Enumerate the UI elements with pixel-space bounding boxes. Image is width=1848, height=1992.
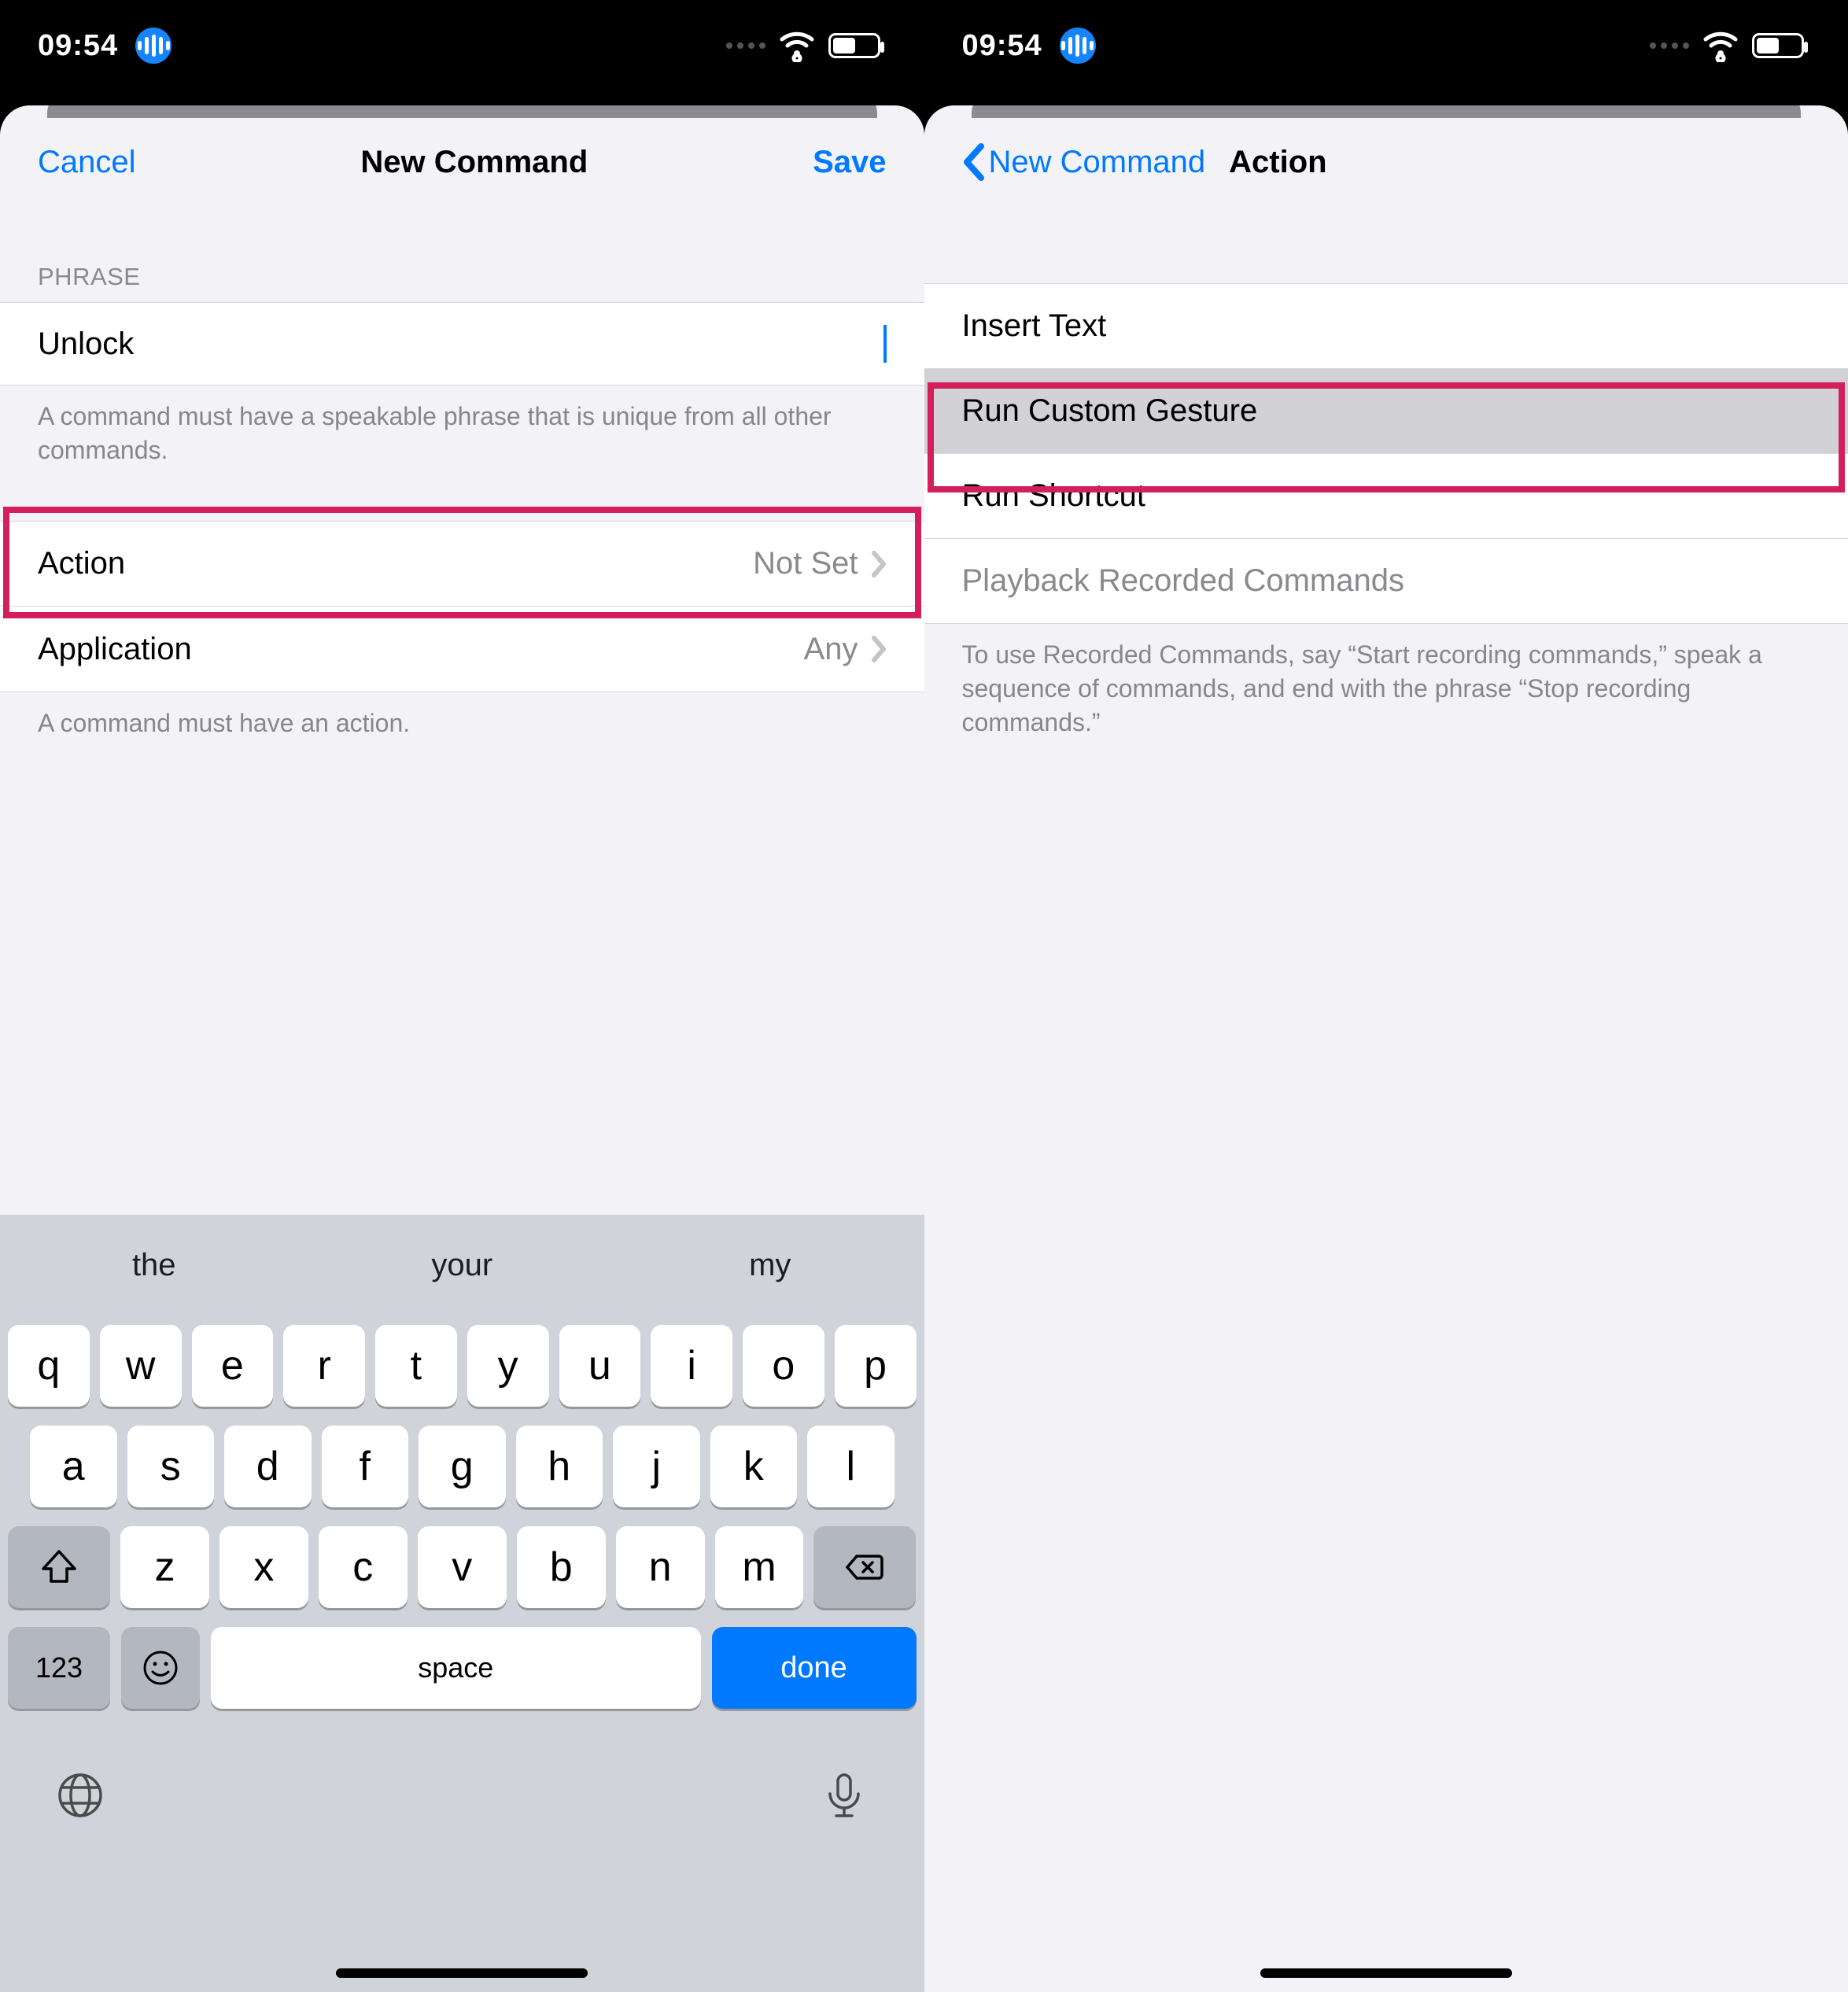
modal-navbar: New Command Action <box>924 105 1848 201</box>
action-playback-recorded[interactable]: Playback Recorded Commands <box>924 539 1848 624</box>
key-v[interactable]: v <box>418 1526 507 1608</box>
key-q[interactable]: q <box>8 1325 90 1407</box>
suggestion-3[interactable]: my <box>616 1248 924 1283</box>
battery-icon <box>1752 33 1804 58</box>
key-z[interactable]: z <box>120 1526 209 1608</box>
globe-icon[interactable] <box>55 1770 105 1820</box>
key-x[interactable]: x <box>219 1526 308 1608</box>
save-button[interactable]: Save <box>813 145 886 180</box>
modal-navbar: Cancel New Command Save <box>0 105 924 201</box>
phrase-input[interactable]: Unlock <box>38 326 885 362</box>
home-indicator[interactable] <box>1260 1968 1512 1978</box>
key-emoji[interactable] <box>121 1627 200 1709</box>
wifi-icon <box>780 29 814 62</box>
left-phone: 09:54 Cancel New Command Save PHRASE Unl… <box>0 0 924 1992</box>
actions-footer: To use Recorded Commands, say “Start rec… <box>924 624 1848 754</box>
cellular-dots-icon <box>726 42 765 49</box>
modal-sheet: New Command Action Insert Text Run Custo… <box>924 105 1848 1992</box>
right-phone: 09:54 New Command Action Insert Text <box>924 0 1848 1992</box>
key-n[interactable]: n <box>616 1526 705 1608</box>
modal-title: New Command <box>360 145 588 180</box>
suggestion-2[interactable]: your <box>308 1248 617 1283</box>
phrase-input-row[interactable]: Unlock <box>0 302 924 385</box>
status-bar: 09:54 <box>0 0 924 105</box>
keyboard: the your my q w e r t y u i o p a <box>0 1215 924 1992</box>
key-r[interactable]: r <box>283 1325 365 1407</box>
key-numbers[interactable]: 123 <box>8 1627 110 1709</box>
chevron-right-icon <box>871 551 887 577</box>
status-bar: 09:54 <box>924 0 1848 105</box>
key-a[interactable]: a <box>30 1426 117 1507</box>
modal-sheet: Cancel New Command Save PHRASE Unlock A … <box>0 105 924 1992</box>
action-row[interactable]: Action Not Set <box>0 522 924 607</box>
modal-title: Action <box>1229 145 1326 180</box>
battery-icon <box>828 33 880 58</box>
action-footer: A command must have an action. <box>0 692 924 754</box>
action-insert-text[interactable]: Insert Text <box>924 284 1848 369</box>
key-b[interactable]: b <box>517 1526 606 1608</box>
key-e[interactable]: e <box>192 1325 274 1407</box>
application-row-label: Application <box>38 632 192 667</box>
back-button[interactable]: New Command <box>962 143 1206 181</box>
key-done[interactable]: done <box>712 1627 917 1709</box>
suggestion-1[interactable]: the <box>0 1248 308 1283</box>
chevron-left-icon <box>962 143 986 181</box>
key-o[interactable]: o <box>743 1325 824 1407</box>
chevron-right-icon <box>871 636 887 662</box>
key-k[interactable]: k <box>710 1426 798 1507</box>
key-w[interactable]: w <box>100 1325 182 1407</box>
key-p[interactable]: p <box>835 1325 917 1407</box>
application-row[interactable]: Application Any <box>0 607 924 692</box>
action-run-shortcut[interactable]: Run Shortcut <box>924 454 1848 539</box>
text-cursor <box>883 325 887 363</box>
application-row-value: Any <box>804 632 858 667</box>
mic-icon[interactable] <box>819 1770 869 1820</box>
action-row-value: Not Set <box>753 546 858 581</box>
cellular-dots-icon <box>1650 42 1689 49</box>
status-time: 09:54 <box>962 29 1042 63</box>
home-indicator[interactable] <box>336 1968 588 1978</box>
key-l[interactable]: l <box>807 1426 894 1507</box>
status-time: 09:54 <box>38 29 118 63</box>
key-f[interactable]: f <box>322 1426 409 1507</box>
key-shift[interactable] <box>8 1526 110 1608</box>
key-d[interactable]: d <box>224 1426 312 1507</box>
key-i[interactable]: i <box>651 1325 732 1407</box>
voice-control-icon <box>1060 28 1096 64</box>
keyboard-suggestions: the your my <box>0 1215 924 1315</box>
key-y[interactable]: y <box>467 1325 549 1407</box>
key-c[interactable]: c <box>319 1526 408 1608</box>
phrase-footer: A command must have a speakable phrase t… <box>0 385 924 481</box>
voice-control-icon <box>135 28 172 64</box>
cancel-button[interactable]: Cancel <box>38 145 136 180</box>
phrase-section-header: PHRASE <box>0 201 924 302</box>
action-run-custom-gesture[interactable]: Run Custom Gesture <box>924 369 1848 454</box>
key-h[interactable]: h <box>516 1426 603 1507</box>
key-g[interactable]: g <box>419 1426 506 1507</box>
key-j[interactable]: j <box>613 1426 700 1507</box>
key-t[interactable]: t <box>375 1325 457 1407</box>
action-row-label: Action <box>38 546 125 581</box>
key-s[interactable]: s <box>127 1426 215 1507</box>
key-u[interactable]: u <box>559 1325 641 1407</box>
key-backspace[interactable] <box>813 1526 916 1608</box>
key-space[interactable]: space <box>211 1627 701 1709</box>
key-m[interactable]: m <box>715 1526 804 1608</box>
wifi-icon <box>1703 29 1738 62</box>
